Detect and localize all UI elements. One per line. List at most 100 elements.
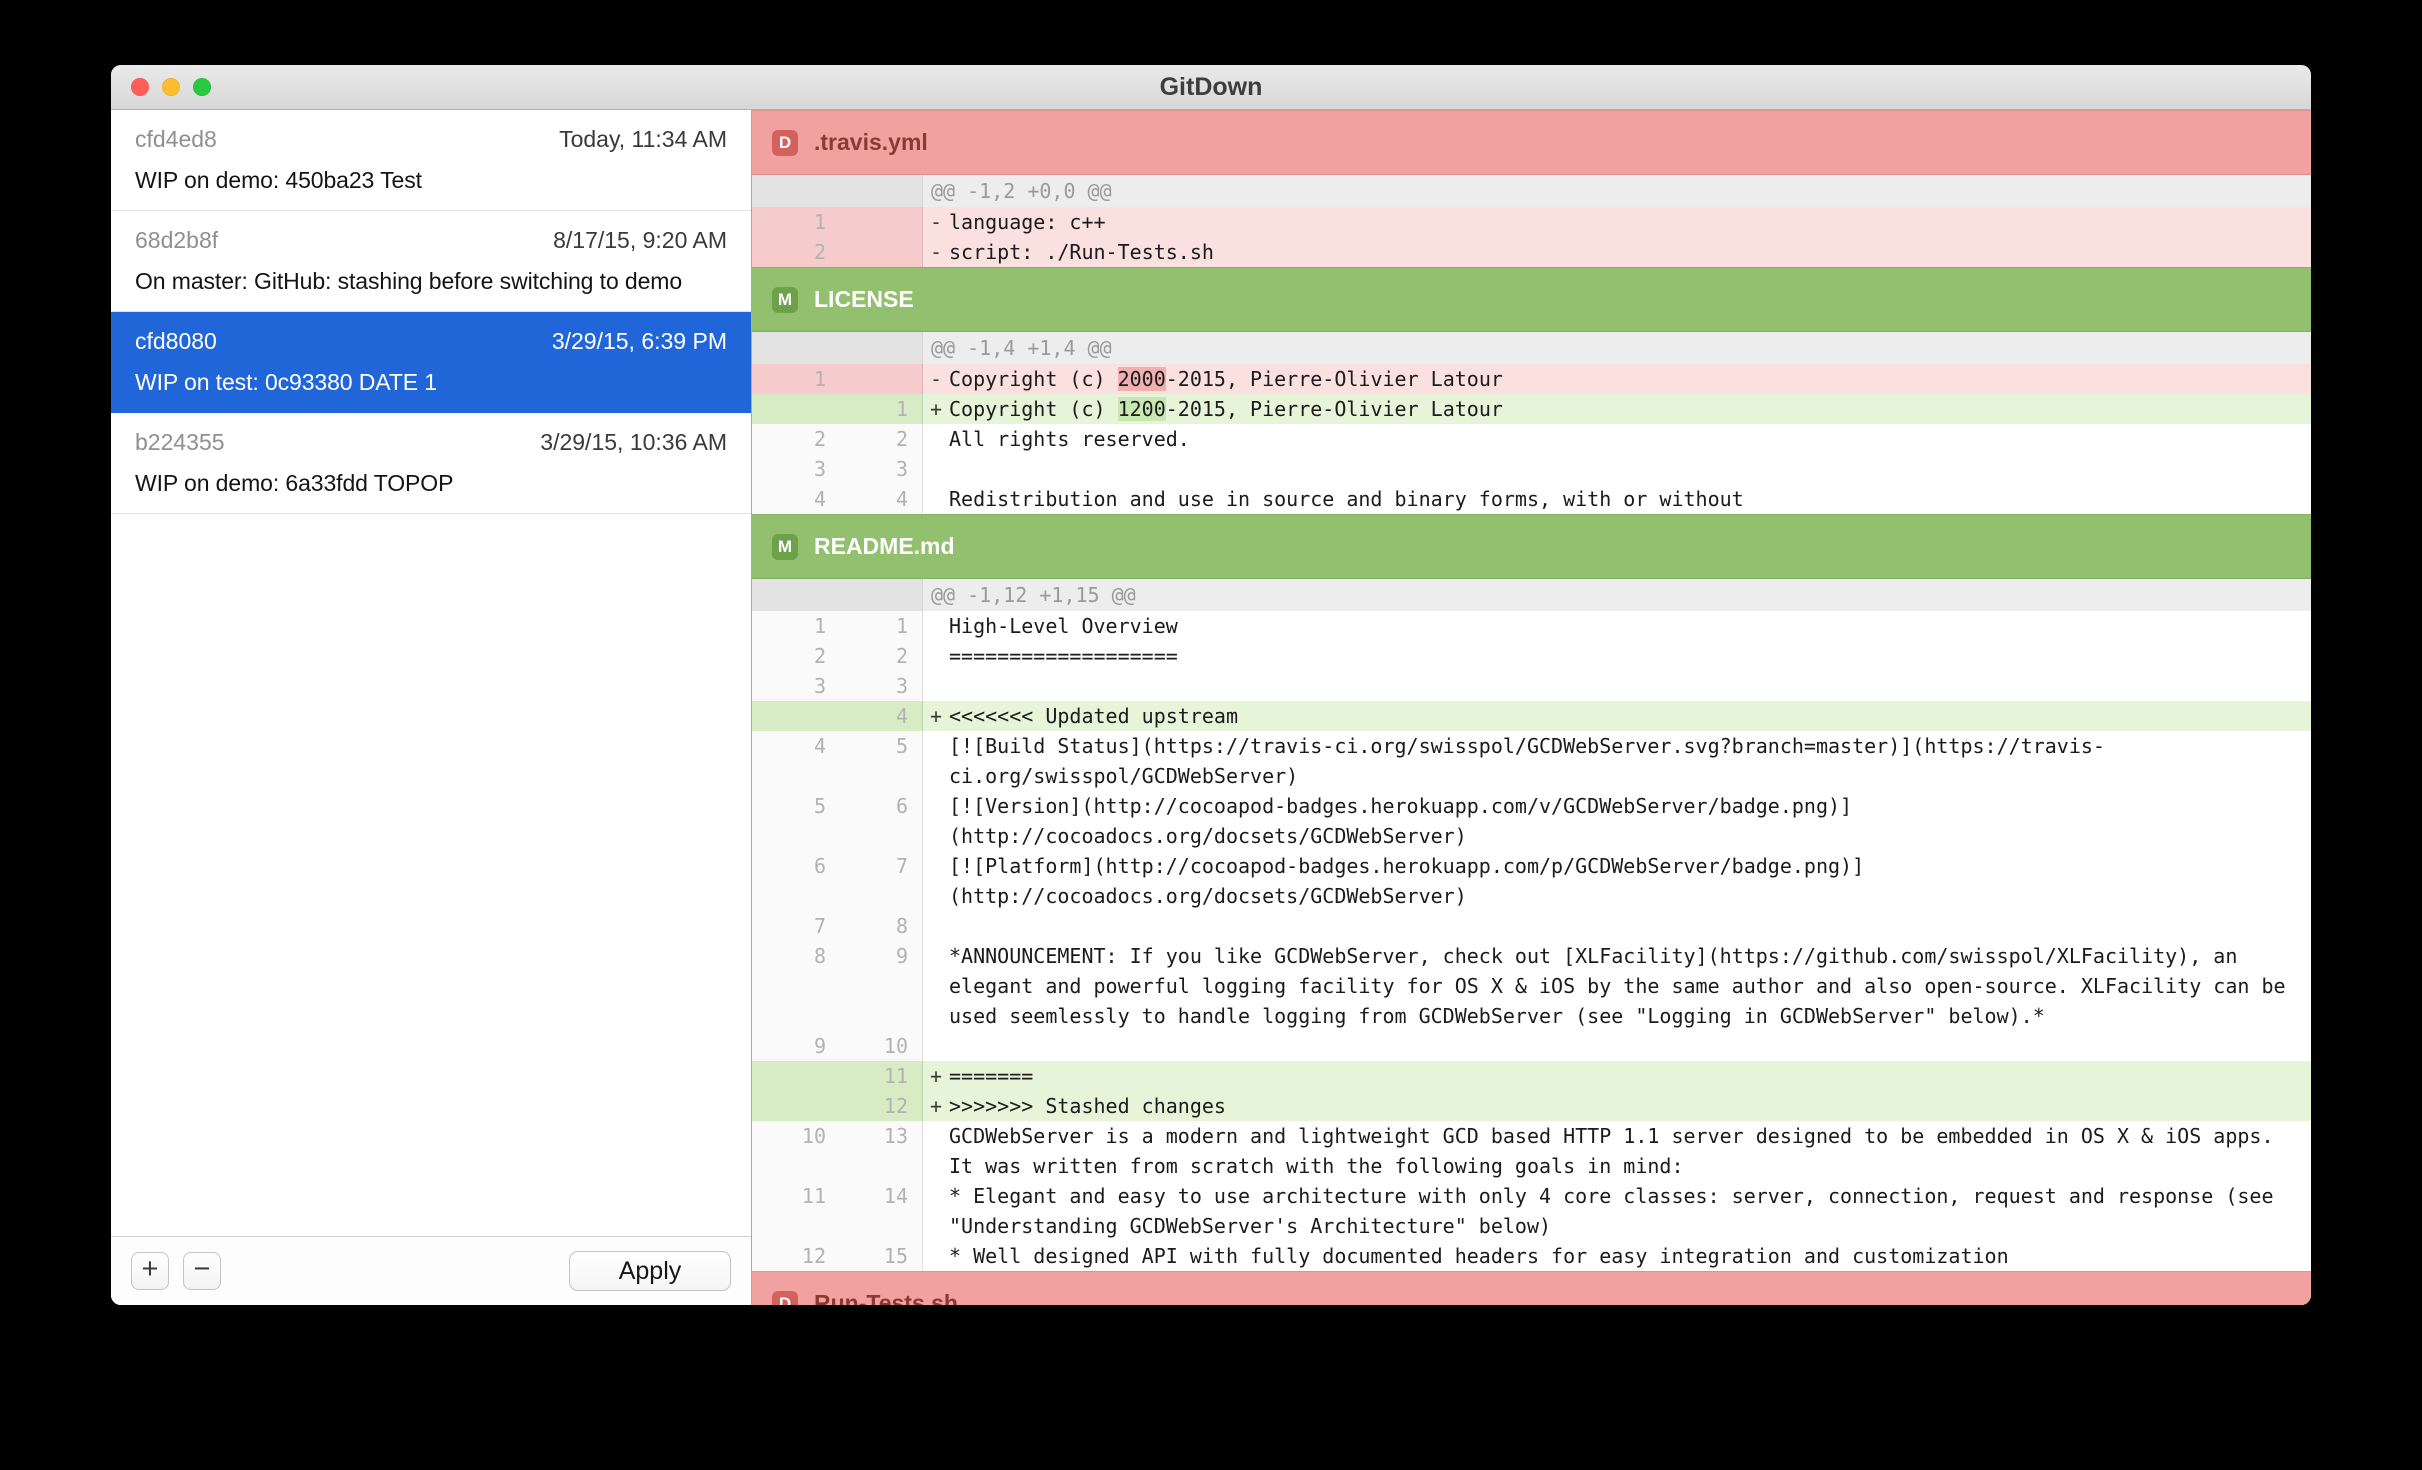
apply-button[interactable]: Apply: [569, 1251, 731, 1291]
diff-line: 33: [752, 454, 2311, 484]
line-text: =======: [949, 1064, 1034, 1088]
window-minimize-button[interactable]: [162, 78, 180, 96]
line-text: * Elegant and easy to use architecture w…: [949, 1184, 2286, 1238]
line-sign: [923, 671, 949, 701]
file-header[interactable]: M LICENSE: [752, 267, 2311, 332]
line-sign: [923, 1181, 949, 1241]
old-line-number: [752, 701, 840, 731]
file-section: D .travis.yml @@ -1,2 +0,0 @@ 1 - language: c…: [752, 110, 2311, 267]
new-line-number: 8: [840, 911, 923, 941]
stash-date: 3/29/15, 10:36 AM: [540, 429, 727, 455]
old-line-number: 3: [752, 671, 840, 701]
new-line-number: 14: [840, 1181, 923, 1241]
new-line-number: 3: [840, 671, 923, 701]
old-line-number: 9: [752, 1031, 840, 1061]
new-line-number: 4: [840, 701, 923, 731]
line-sign: [923, 851, 949, 911]
old-line-number: 1: [752, 207, 840, 237]
old-line-number: 12: [752, 1241, 840, 1271]
line-sign: [923, 611, 949, 641]
hunk-gutter: [752, 175, 923, 207]
stash-message: On master: GitHub: stashing before switc…: [135, 268, 683, 294]
stash-row-top: cfd8080 3/29/15, 6:39 PM: [135, 327, 727, 355]
line-text: High-Level Overview: [949, 614, 1178, 638]
line-text: <<<<<<< Updated upstream: [949, 704, 1238, 728]
title-bar[interactable]: GitDown: [111, 65, 2311, 110]
stash-row-top: b224355 3/29/15, 10:36 AM: [135, 428, 727, 456]
stash-hash: cfd8080: [135, 328, 217, 354]
hunk-header: @@ -1,4 +1,4 @@: [752, 332, 2311, 364]
stash-date: Today, 11:34 AM: [559, 126, 727, 152]
line-text: [![Platform](http://cocoapod-badges.hero…: [949, 854, 1865, 908]
file-status-badge: M: [772, 286, 798, 313]
line-sign: -: [930, 240, 943, 264]
new-line-number: 7: [840, 851, 923, 911]
stash-hash: 68d2b8f: [135, 227, 219, 253]
line-text: GCDWebServer is a modern and lightweight…: [949, 1124, 2286, 1178]
line-text: ===================: [949, 644, 1178, 668]
hunk-gutter: [752, 579, 923, 611]
diff-line: 1 + Copyright (c) 1200-2015, Pierre-Olivie…: [752, 394, 2311, 424]
old-line-number: 2: [752, 424, 840, 454]
diff-line: 2 - script: ./Run-Tests.sh: [752, 237, 2311, 267]
old-line-number: [752, 1091, 840, 1121]
new-line-number: 1: [840, 611, 923, 641]
stash-hash: b224355: [135, 429, 225, 455]
diff-line: 78: [752, 911, 2311, 941]
diff-line: 1 - Copyright (c) 2000-2015, Pierre-Olivie…: [752, 364, 2311, 394]
stash-list[interactable]: cfd4ed8 Today, 11:34 AM WIP on demo: 450ba…: [111, 110, 751, 1236]
window-close-button[interactable]: [131, 78, 149, 96]
line-sign: [923, 1241, 949, 1271]
diff-pane[interactable]: D .travis.yml @@ -1,2 +0,0 @@ 1- language: c…: [752, 110, 2311, 1305]
file-status-badge: D: [772, 129, 798, 156]
file-header[interactable]: M README.md: [752, 514, 2311, 579]
diff-line: 4 4 Redistribution and use in source and b…: [752, 484, 2311, 514]
file-section: D Run-Tests.sh: [752, 1271, 2311, 1305]
line-text: * Well designed API with fully documente…: [949, 1244, 2009, 1268]
diff-line: 11 + =======: [752, 1061, 2311, 1091]
new-line-number: 2: [840, 641, 923, 671]
diff-line: 4 + <<<<<<< Updated upstream: [752, 701, 2311, 731]
new-line-number: 5: [840, 731, 923, 791]
line-text: script: ./Run-Tests.sh: [949, 240, 1214, 264]
hunk-header: @@ -1,12 +1,15 @@: [752, 579, 2311, 611]
line-text: All rights reserved.: [949, 427, 1190, 451]
line-sign: +: [930, 1064, 943, 1088]
old-line-number: 4: [752, 484, 840, 514]
new-line-number: 15: [840, 1241, 923, 1271]
stash-hash: cfd4ed8: [135, 126, 217, 152]
diff-line: 11 14 * Elegant and easy to use architectu…: [752, 1181, 2311, 1241]
line-sign: [923, 791, 949, 851]
line-text: language: c++: [949, 210, 1106, 234]
old-line-number: 6: [752, 851, 840, 911]
old-line-number: 3: [752, 454, 840, 484]
stash-row[interactable]: cfd4ed8 Today, 11:34 AM WIP on demo: 450ba…: [111, 110, 751, 211]
stash-row-top: cfd4ed8 Today, 11:34 AM: [135, 125, 727, 153]
main-content: cfd4ed8 Today, 11:34 AM WIP on demo: 450ba…: [111, 110, 2311, 1305]
line-sign: [923, 1121, 949, 1181]
old-line-number: 2: [752, 237, 840, 267]
new-line-number: 4: [840, 484, 923, 514]
stash-row[interactable]: cfd8080 3/29/15, 6:39 PM WIP on test: 0c93…: [111, 312, 751, 413]
line-sign: [923, 941, 949, 1031]
diff-line: 1 1 High-Level Overview: [752, 611, 2311, 641]
diff-line: 10 13 GCDWebServer is a modern and lightwe…: [752, 1121, 2311, 1181]
stash-row[interactable]: 68d2b8f 8/17/15, 9:20 AM On master: GitHub…: [111, 211, 751, 312]
old-line-number: 8: [752, 941, 840, 1031]
remove-stash-button[interactable]: −: [183, 1252, 221, 1290]
line-text-segment: Copyright (c): [949, 397, 1118, 421]
stash-row[interactable]: b224355 3/29/15, 10:36 AM WIP on demo: 6a3…: [111, 413, 751, 514]
window-zoom-button[interactable]: [193, 78, 211, 96]
line-sign: [923, 424, 949, 454]
diff-line: 2 2 ===================: [752, 641, 2311, 671]
file-header[interactable]: D .travis.yml: [752, 110, 2311, 175]
line-sign: [923, 731, 949, 791]
file-header[interactable]: D Run-Tests.sh: [752, 1271, 2311, 1305]
file-name: Run-Tests.sh: [814, 1290, 958, 1305]
add-stash-button[interactable]: +: [131, 1252, 169, 1290]
old-line-number: 1: [752, 611, 840, 641]
new-line-number: 9: [840, 941, 923, 1031]
new-line-number: 11: [840, 1061, 923, 1091]
old-line-number: 2: [752, 641, 840, 671]
line-sign: [923, 484, 949, 514]
